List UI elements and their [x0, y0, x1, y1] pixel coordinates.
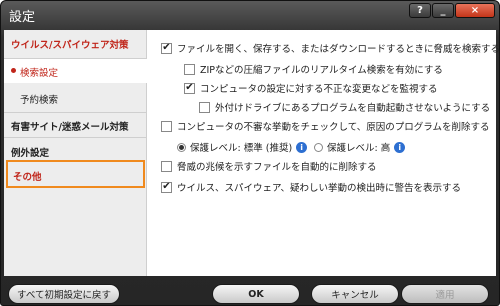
sidebar-item-scan-settings[interactable]: 検索設定 — [4, 59, 147, 83]
help-icon[interactable]: ? — [409, 3, 431, 18]
footer: すべて初期設定に戻す OK キャンセル 適用 — [1, 276, 499, 306]
option-label: ウイルス、スパイウェア、疑わしい挙動の検出時に警告を表示する — [177, 183, 462, 194]
sidebar-item-other[interactable]: その他 — [6, 160, 145, 188]
bullet-icon — [11, 68, 16, 73]
option-monitor-changes[interactable]: ✔ コンピュータの設定に対する不正な変更などを監視する — [184, 81, 438, 95]
checkbox-icon[interactable] — [199, 101, 210, 113]
option-zip-realtime[interactable]: ZIPなどの圧縮ファイルのリアルタイム検索を有効にする — [184, 62, 443, 76]
reset-defaults-button[interactable]: すべて初期設定に戻す — [8, 284, 120, 304]
radio-protection-high[interactable]: 保護レベル: 高 i — [314, 140, 406, 154]
option-label: ファイルを開く、保存する、またはダウンロードするときに脅威を検索する — [177, 44, 500, 55]
sidebar-item-scheduled-scan[interactable]: 予約検索 — [4, 84, 147, 110]
checkbox-checked-icon[interactable]: ✔ — [161, 181, 172, 193]
ok-button[interactable]: OK — [212, 284, 300, 304]
radio-protection-standard[interactable]: 保護レベル: 標準 (推奨) i — [177, 140, 308, 154]
sidebar-item-label: 検索設定 — [20, 68, 59, 79]
checkbox-icon[interactable] — [184, 63, 195, 75]
checkbox-icon[interactable] — [161, 120, 172, 132]
sidebar-item-label: 有害サイト/迷惑メール対策 — [11, 122, 129, 133]
minimize-icon[interactable]: _ — [432, 3, 454, 18]
sidebar-item-label: ウイルス/スパイウェア対策 — [11, 40, 129, 51]
option-label: コンピュータの設定に対する不正な変更などを監視する — [200, 84, 438, 95]
radio-selected-icon[interactable] — [177, 142, 186, 152]
sidebar-item-label: 予約検索 — [20, 95, 59, 106]
sidebar-item-label: その他 — [13, 172, 42, 183]
option-block-autorun[interactable]: 外付けドライブにあるプログラムを自動起動させないようにする — [199, 100, 490, 114]
close-icon[interactable]: × — [455, 3, 495, 18]
option-label: 保護レベル: 高 — [327, 143, 391, 154]
checkbox-icon[interactable] — [161, 160, 172, 172]
option-label: コンピュータの不審な挙動をチェックして、原因のプログラムを削除する — [177, 122, 490, 133]
sidebar: ウイルス/スパイウェア対策 検索設定 予約検索 有害サイト/迷惑メール対策 例外… — [4, 30, 147, 276]
option-behavior-check[interactable]: コンピュータの不審な挙動をチェックして、原因のプログラムを削除する — [161, 119, 489, 133]
info-icon[interactable]: i — [394, 141, 406, 153]
sidebar-item-web-mail[interactable]: 有害サイト/迷惑メール対策 — [4, 112, 147, 136]
option-auto-delete[interactable]: 脅威の兆候を示すファイルを自動的に削除する — [161, 159, 377, 173]
option-scan-on-access[interactable]: ✔ ファイルを開く、保存する、またはダウンロードするときに脅威を検索する — [161, 41, 500, 55]
settings-panel: ✔ ファイルを開く、保存する、またはダウンロードするときに脅威を検索する ZIP… — [154, 30, 500, 276]
window-title: 設定 — [9, 10, 36, 25]
option-label: 外付けドライブにあるプログラムを自動起動させないようにする — [215, 103, 491, 114]
checkbox-checked-icon[interactable]: ✔ — [184, 82, 195, 94]
sidebar-item-label: 例外設定 — [11, 148, 50, 159]
window-controls: ? _ × — [409, 3, 495, 18]
title-bar[interactable]: 設定 ? _ × — [1, 1, 499, 29]
option-warn-on-detect[interactable]: ✔ ウイルス、スパイウェア、疑わしい挙動の検出時に警告を表示する — [161, 180, 461, 194]
sidebar-item-virus-spyware[interactable]: ウイルス/スパイウェア対策 — [4, 37, 147, 55]
option-label: ZIPなどの圧縮ファイルのリアルタイム検索を有効にする — [200, 65, 443, 76]
settings-window: 設定 ? _ × ウイルス/スパイウェア対策 検索設定 予約検索 有害サイト/迷… — [0, 0, 500, 306]
option-label: 脅威の兆候を示すファイルを自動的に削除する — [177, 162, 377, 173]
info-icon[interactable]: i — [296, 141, 308, 153]
option-label: 保護レベル: 標準 (推奨) — [190, 143, 293, 154]
dialog-body: ウイルス/スパイウェア対策 検索設定 予約検索 有害サイト/迷惑メール対策 例外… — [4, 30, 500, 276]
cancel-button[interactable]: キャンセル — [311, 284, 399, 304]
apply-button[interactable]: 適用 — [401, 284, 489, 304]
checkbox-checked-icon[interactable]: ✔ — [161, 42, 172, 54]
radio-icon[interactable] — [314, 142, 323, 152]
sidebar-item-exceptions[interactable]: 例外設定 — [4, 137, 147, 161]
